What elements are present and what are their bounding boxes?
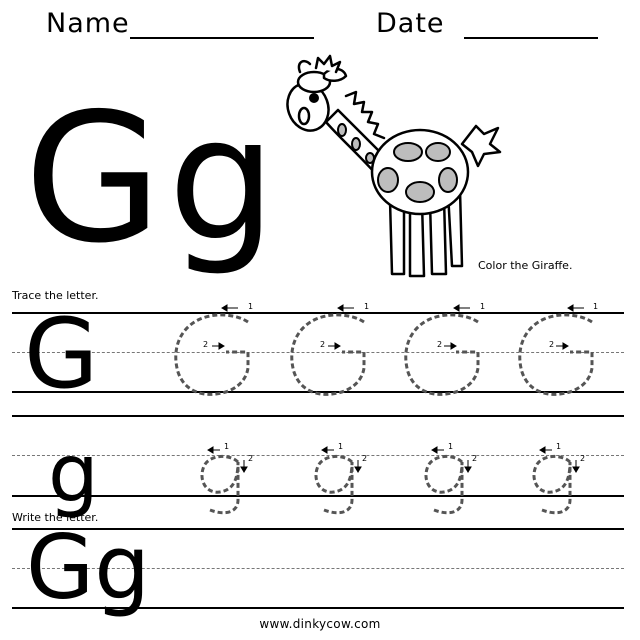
stroke-number-2: 2 [320,340,326,349]
stroke-number-2: 2 [472,454,478,463]
stroke-number-1: 1 [224,442,230,451]
hero-uppercase-letter: G [24,75,162,282]
stroke-number-1: 1 [338,442,344,451]
name-label: Name [46,8,130,39]
date-line[interactable] [464,37,598,39]
giraffe-coloring-picture[interactable] [280,52,502,282]
stroke-number-1: 1 [556,442,562,451]
stroke-number-1: 1 [364,302,370,311]
stroke-number-2: 2 [203,340,209,349]
stroke-number-2: 2 [248,454,254,463]
hero-lowercase-letter: g [168,81,276,279]
name-line[interactable] [130,37,314,39]
stroke-number-2: 2 [549,340,555,349]
stroke-number-2: 2 [580,454,586,463]
stroke-number-1: 1 [593,302,599,311]
uppercase-tracing-group[interactable] [0,296,620,406]
stroke-number-1: 1 [248,302,254,311]
giraffe-caption: Color the Giraffe. [478,259,573,272]
stroke-number-1: 1 [448,442,454,451]
footer-url[interactable]: www.dinkycow.com [0,617,640,631]
stroke-number-1: 1 [480,302,486,311]
stroke-number-2: 2 [437,340,443,349]
write-model-letters: Gg [26,516,151,619]
stroke-number-2: 2 [362,454,368,463]
date-label: Date [376,8,445,39]
lowercase-top-rule [12,415,624,417]
